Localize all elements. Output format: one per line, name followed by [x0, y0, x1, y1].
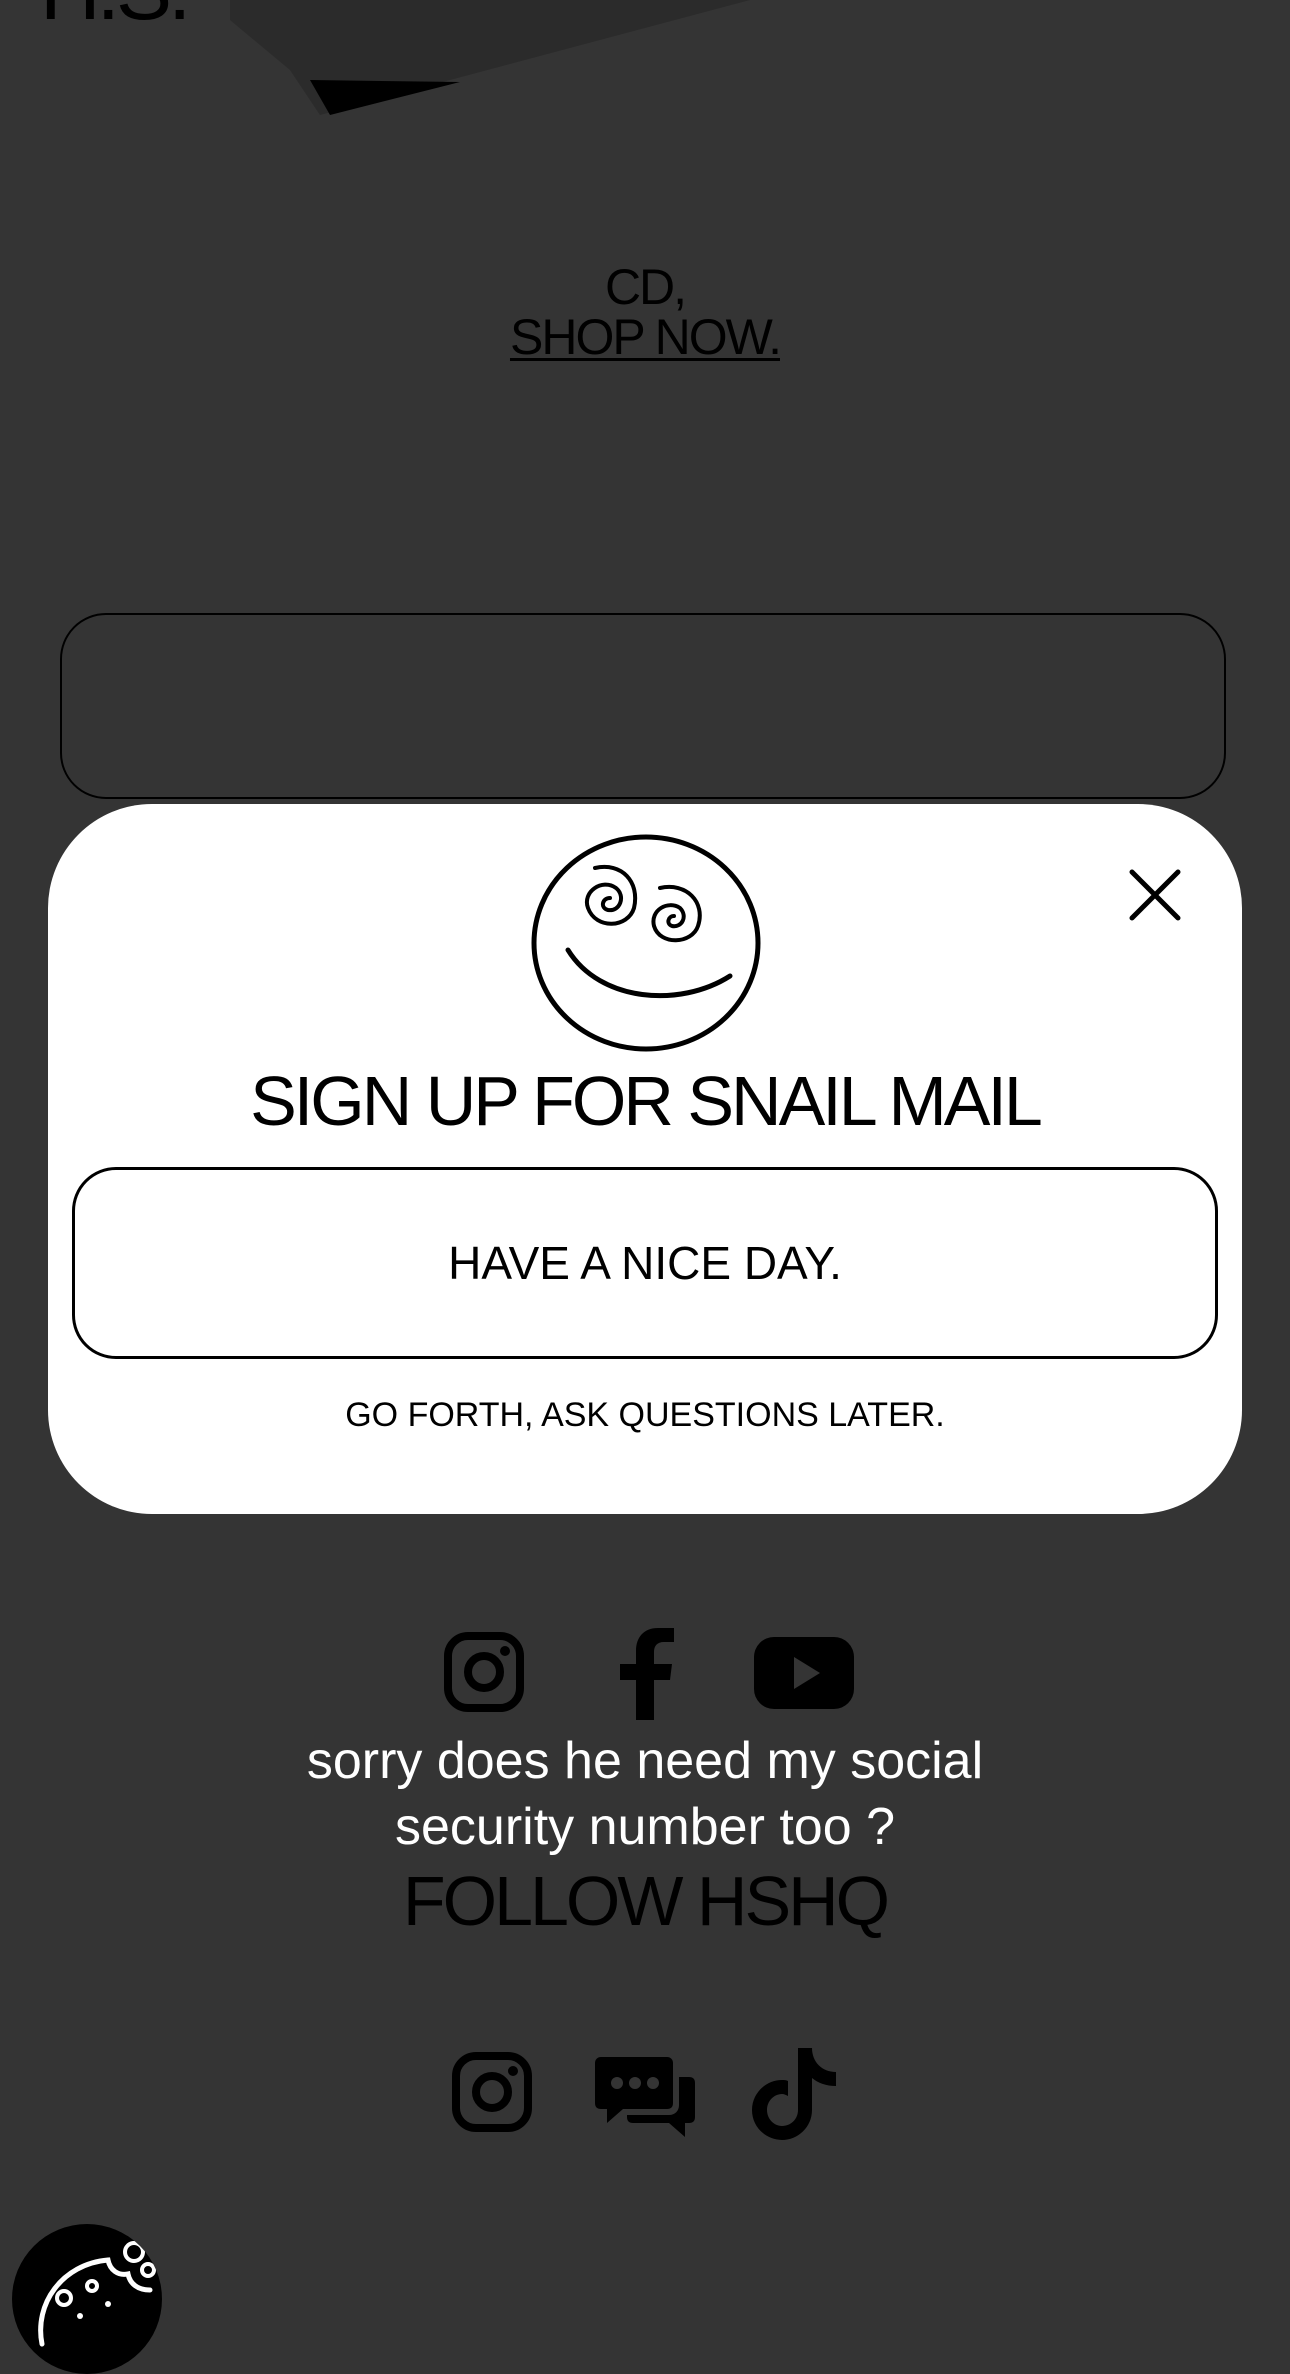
- facebook-icon[interactable]: [614, 1628, 676, 1720]
- instagram-icon[interactable]: [452, 2052, 532, 2132]
- instagram-icon[interactable]: [444, 1632, 524, 1712]
- chat-icon[interactable]: [595, 2057, 695, 2139]
- go-forth-link[interactable]: GO FORTH, ASK QUESTIONS LATER.: [48, 1396, 1242, 1435]
- tiktok-icon[interactable]: [752, 2048, 836, 2140]
- tagline-line-2: security number too ?: [394, 1798, 896, 1856]
- shop-now-label[interactable]: SHOP NOW.: [510, 309, 782, 365]
- have-a-nice-day-label: HAVE A NICE DAY.: [448, 1237, 842, 1289]
- have-a-nice-day-button[interactable]: HAVE A NICE DAY.: [72, 1167, 1218, 1359]
- tagline: sorry does he need my social security nu…: [0, 1728, 1290, 1860]
- hero-text: CD,: [604, 259, 687, 315]
- hero-artwork: [230, 0, 750, 115]
- cookie-icon: [38, 2241, 156, 2347]
- background-email-field[interactable]: [60, 613, 1226, 799]
- site-logo[interactable]: H.S.: [40, 0, 191, 32]
- youtube-icon[interactable]: [754, 1637, 854, 1709]
- shop-now-link[interactable]: SHOP NOW.: [0, 312, 1290, 362]
- close-icon[interactable]: [1126, 866, 1184, 924]
- tagline-line-1: sorry does he need my social: [306, 1732, 984, 1790]
- follow-link[interactable]: FOLLOW HSHQ: [0, 1866, 1290, 1936]
- cookie-button[interactable]: [12, 2224, 162, 2374]
- modal-title: SIGN UP FOR SNAIL MAIL: [250, 1062, 1043, 1140]
- smiley-icon: [531, 834, 761, 1052]
